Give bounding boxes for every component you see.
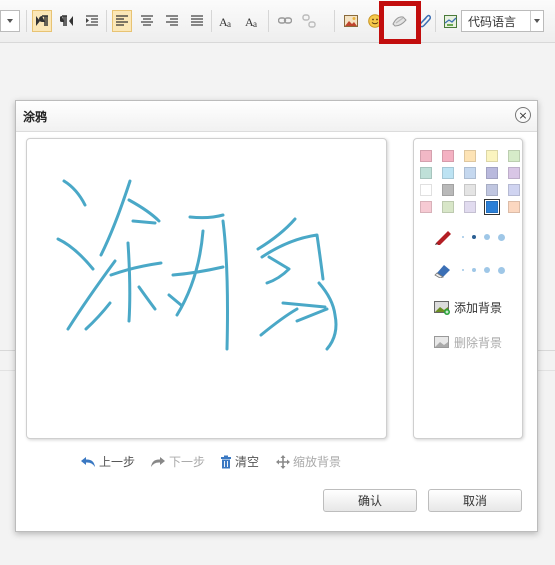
align-left-icon [116,15,128,26]
color-swatch[interactable] [464,167,476,179]
undo-arrow-icon [81,456,95,467]
close-icon: × [518,108,528,122]
unlink-icon [302,14,316,28]
color-swatch[interactable] [486,184,498,196]
undo-label: 上一步 [99,455,136,469]
map-icon [443,14,457,28]
color-swatch[interactable] [442,201,454,213]
color-swatch[interactable] [442,150,454,162]
undo-button[interactable]: 上一步 [80,453,135,470]
color-swatch[interactable] [486,150,498,162]
color-swatch[interactable] [508,167,520,179]
redo-button[interactable]: 下一步 [150,453,205,470]
code-language-value: 代码语言 [468,14,517,29]
color-swatch[interactable] [442,184,454,196]
eraser-icon [434,265,450,278]
link-button[interactable] [275,10,295,32]
color-swatch[interactable] [508,184,520,196]
brush-panel: 添加背景 删除背景 [413,138,523,439]
rtl-direction-button[interactable] [57,10,77,32]
indent-icon [86,15,98,26]
dialog-title: 涂鸦 [23,110,48,124]
ltr-direction-button[interactable] [32,10,52,32]
scale-background-label: 缩放背景 [293,455,342,469]
cancel-button[interactable]: 取消 [428,489,522,512]
align-justify-button[interactable] [187,10,207,32]
chevron-down-icon [530,11,543,31]
insert-image-button[interactable] [341,10,361,32]
indent-button[interactable] [82,10,102,32]
redo-arrow-icon [151,456,165,467]
clear-button[interactable]: 清空 [220,453,259,470]
remove-background-icon [434,335,449,348]
eraser-size-option[interactable] [484,267,490,273]
unlink-button[interactable] [299,10,319,32]
pen-icon [435,231,451,245]
align-center-button[interactable] [137,10,157,32]
to-lowercase-button[interactable]: Aa [243,10,263,32]
color-swatch[interactable] [464,184,476,196]
eraser-size-option[interactable] [472,268,476,272]
svg-text:a: a [253,19,257,28]
align-justify-icon [191,15,203,26]
align-right-button[interactable] [162,10,182,32]
color-swatch[interactable] [420,150,432,162]
color-swatch[interactable] [464,150,476,162]
add-background-button[interactable]: 添加背景 [434,299,502,316]
color-swatch[interactable] [442,167,454,179]
code-language-select[interactable]: 代码语言 [461,10,544,32]
rtl-direction-icon [60,15,73,26]
map-button[interactable] [440,10,460,32]
color-swatch[interactable] [420,167,432,179]
add-background-icon [434,300,450,315]
remove-background-label: 删除背景 [454,336,503,350]
move-arrows-icon [276,454,290,469]
align-left-button[interactable] [112,10,132,32]
eraser-size-option[interactable] [498,266,505,274]
scrawl-drawing [56,179,338,351]
redo-label: 下一步 [169,455,206,469]
eraser-size-option[interactable] [462,269,464,271]
confirm-button[interactable]: 确认 [323,489,417,512]
color-swatch[interactable] [420,184,432,196]
trash-icon [221,455,231,468]
image-icon [344,15,358,27]
brush-size-option[interactable] [472,235,476,239]
color-swatch[interactable] [508,150,520,162]
font-size-dropdown[interactable] [0,10,20,32]
clear-label: 清空 [235,455,260,469]
brush-size-row[interactable] [434,228,505,246]
brush-size-option[interactable] [484,234,490,240]
to-uppercase-button[interactable]: Aa [217,10,237,32]
scrawl-dialog: 涂鸦 × 添加背景 删除背景 上一步 下一步 清空 缩放背景 确认 取消 [15,100,538,532]
drawing-canvas[interactable] [26,138,387,439]
scale-background-button[interactable]: 缩放背景 [276,453,341,470]
lowercase-icon: Aa [245,15,257,28]
color-swatch[interactable] [486,167,498,179]
color-swatch[interactable] [484,199,500,215]
align-right-icon [166,15,178,26]
brush-size-option[interactable] [462,236,464,238]
color-swatch[interactable] [508,201,520,213]
color-palette [420,150,520,215]
scrawl-button-highlight [379,1,421,44]
remove-background-button[interactable]: 删除背景 [434,334,502,351]
color-swatch[interactable] [420,201,432,213]
add-background-label: 添加背景 [454,301,503,315]
chevron-down-icon [1,11,19,31]
link-icon [278,17,292,24]
close-button[interactable]: × [515,107,531,123]
svg-text:a: a [227,19,231,28]
brush-size-option[interactable] [498,233,505,241]
ltr-direction-icon [36,15,48,26]
align-center-icon [141,15,153,26]
uppercase-icon: Aa [219,15,231,28]
eraser-size-row[interactable] [434,261,505,279]
color-swatch[interactable] [464,201,476,213]
dialog-header: 涂鸦 × [16,101,537,132]
editor-toolbar: Aa Aa 代码语言 [0,0,555,43]
